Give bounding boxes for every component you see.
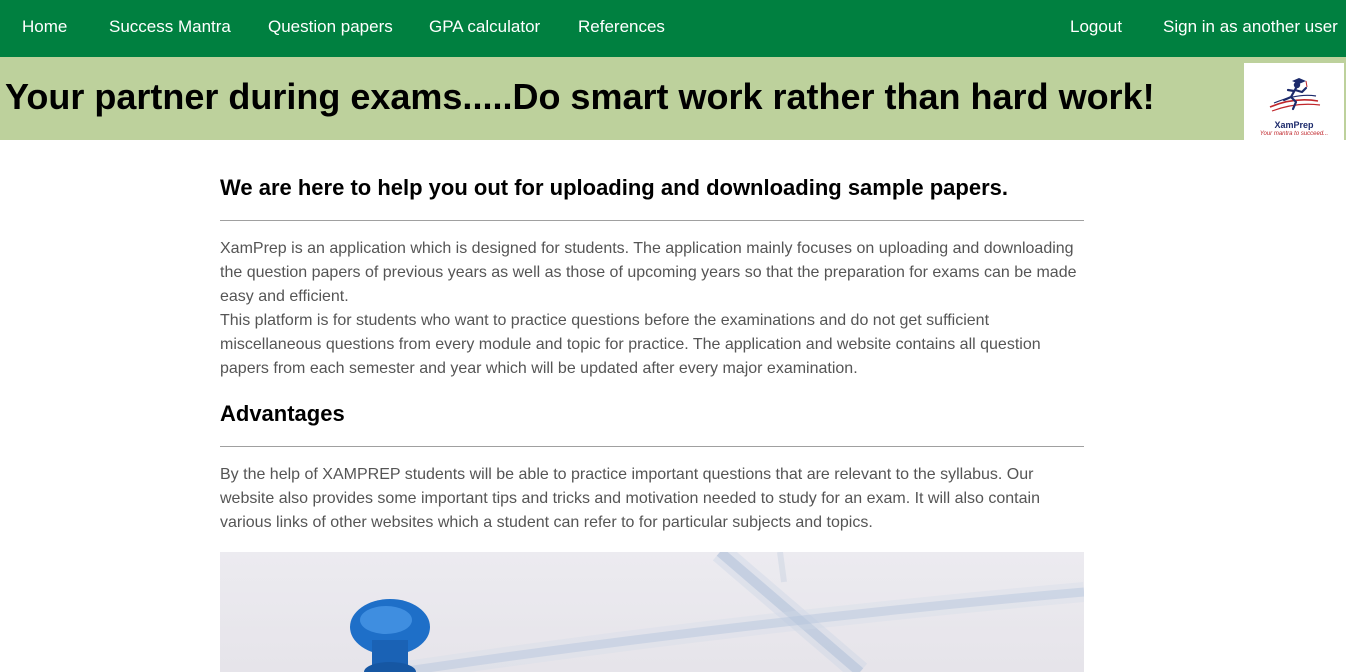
nav-success-mantra-link[interactable]: Success Mantra	[109, 0, 231, 57]
advantages-paragraph: By the help of XAMPREP students will be …	[220, 466, 1040, 531]
logo-tagline: Your mantra to succeed...	[1259, 131, 1329, 137]
nav-references-link[interactable]: References	[578, 0, 665, 57]
sign-in-another-user-link[interactable]: Sign in as another user	[1163, 0, 1338, 57]
advantages-divider	[220, 446, 1084, 447]
xamprep-logo[interactable]: XamPrep Your mantra to succeed...	[1244, 63, 1344, 140]
top-navbar: Home Success Mantra Question papers GPA …	[0, 0, 1346, 57]
nav-home-link[interactable]: Home	[22, 0, 67, 57]
logo-name: XamPrep	[1274, 120, 1314, 130]
logout-link[interactable]: Logout	[1070, 0, 1122, 57]
blue-pushpin-image	[350, 552, 1084, 672]
nav-question-papers-link[interactable]: Question papers	[268, 0, 393, 57]
platform-paragraph: This platform is for students who want t…	[220, 312, 1041, 377]
heading-divider	[220, 220, 1084, 221]
tagline-banner: Your partner during exams.....Do smart w…	[0, 57, 1346, 140]
advantages-heading: Advantages	[220, 401, 345, 426]
page-heading: We are here to help you out for uploadin…	[220, 175, 1009, 200]
banner-tagline: Your partner during exams.....Do smart w…	[5, 76, 1155, 117]
intro-paragraph: XamPrep is an application which is desig…	[220, 240, 1077, 305]
runner-logo-icon	[1269, 78, 1321, 112]
hero-image	[220, 552, 1084, 672]
nav-gpa-calculator-link[interactable]: GPA calculator	[429, 0, 540, 57]
